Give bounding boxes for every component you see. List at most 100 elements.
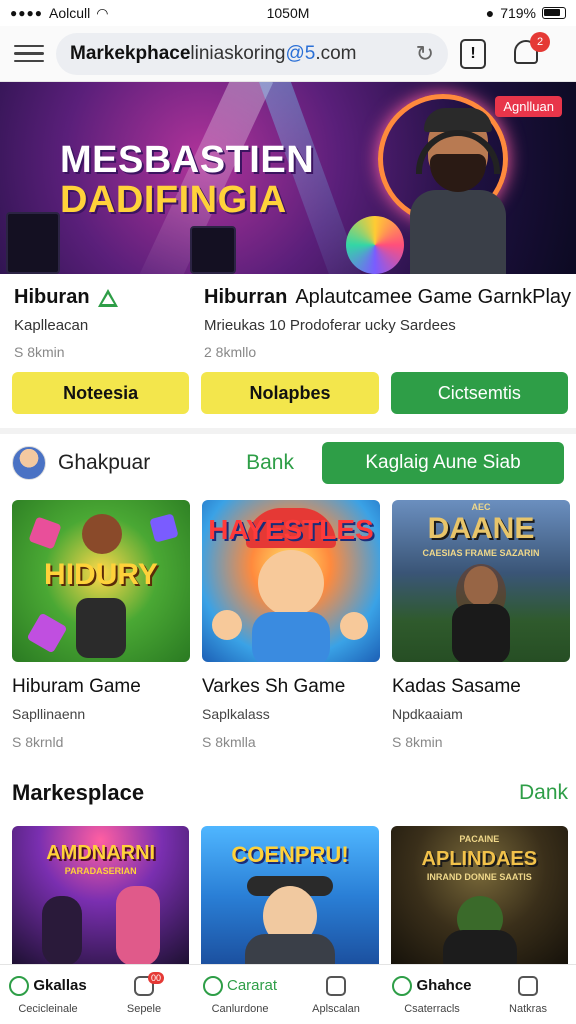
nolapbes-button[interactable]: Nolapbes (201, 372, 379, 414)
card-subtitle: Saplkalass (202, 706, 270, 722)
gamer-illustration (410, 108, 510, 274)
game-thumbnail[interactable]: HIDURY (12, 500, 190, 662)
address-bar[interactable]: Markekphace liniaskoring @5 .com ↻ (56, 32, 448, 75)
game-icon (392, 975, 413, 996)
info-subtitle: Kaplleacan (14, 317, 89, 334)
hero-title-line2: DADIFINGIA (60, 179, 287, 221)
nav-sublabel: Natkras (509, 1002, 547, 1015)
info-title: Hiburan (14, 286, 90, 308)
hero-title: MESBASTIEN DADIFINGIA (60, 140, 314, 220)
info-title-extra: Aplautcamee Game GarnkPlay (295, 286, 572, 308)
battery-icon (542, 7, 566, 19)
market-card[interactable]: PACAINE APLINDAES INRAND DONNE SAATIS (390, 826, 568, 966)
game-card[interactable]: HAYESTLES Varkes Sh Game Saplkalass S 8k… (202, 500, 380, 750)
status-time: 1050M (266, 5, 310, 21)
noteesia-button[interactable]: Noteesia (12, 372, 190, 414)
avatar[interactable] (12, 446, 46, 480)
nav-item-aplscalan[interactable]: Aplscalan (288, 965, 384, 1024)
hero-title-line1: MESBASTIEN (60, 139, 315, 181)
thumbnail-art-text: HAYESTLES (208, 514, 374, 545)
marketplace-header: Markesplace Dank (12, 780, 568, 806)
info-meta: S 8kmin (14, 344, 65, 360)
signal-icon: ●●●● (10, 6, 43, 20)
speaker-graphic (6, 212, 60, 274)
notification-badge: 2 (530, 31, 550, 52)
thumbnail-art-text: AMDNARNI (46, 842, 156, 864)
cictsemtis-button[interactable]: Cictsemtis (390, 372, 568, 414)
nav-label: Cararat (226, 977, 278, 994)
bank-link[interactable]: Bank (246, 451, 294, 475)
refresh-icon (202, 975, 223, 996)
url-tail: @5 (285, 42, 316, 64)
nav-badge: 00 (147, 971, 164, 984)
user-row: Ghakpuar Bank Kaglaig Aune Siab (0, 440, 576, 486)
thumbnail-art-small: CAESIAS FRAME SAZARIN (422, 548, 540, 558)
info-section: Hiburan Kaplleacan S 8kmin Hiburran Aplau… (0, 274, 576, 364)
user-name: Ghakpuar (58, 451, 151, 474)
nav-item-ghahce[interactable]: Ghahce Csaterracls (384, 965, 480, 1024)
featured-cards: HIDURY Hiburam Game Sapllinaenn S 8krnld… (12, 500, 570, 750)
menu-icon[interactable] (14, 44, 44, 63)
info-column-1[interactable]: Hiburan Kaplleacan S 8kmin (14, 286, 190, 360)
game-card[interactable]: HIDURY Hiburam Game Sapllinaenn S 8krnld (12, 500, 190, 750)
info-subtitle: Mrieukas 10 Prodoferar ucky Sardees (204, 317, 456, 334)
info-title: Hiburran (204, 286, 288, 308)
url-path: liniaskoring (190, 42, 286, 64)
card-meta: S 8krnld (12, 734, 64, 750)
card-meta: S 8kmin (392, 734, 443, 750)
market-card[interactable]: AMDNARNI PARADASERIAN (12, 826, 190, 966)
game-thumbnail[interactable]: HAYESTLES (202, 500, 380, 662)
thumbnail-art-small: INRAND DONNE SAATIS (426, 872, 532, 882)
speaker-graphic (190, 226, 236, 274)
hero-tag: Agnlluan (495, 96, 562, 117)
nav-sublabel: Canlurdone (211, 1002, 269, 1015)
card-title: Varkes Sh Game (202, 676, 346, 697)
card-title: Kadas Sasame (392, 676, 521, 697)
controller-icon (346, 216, 404, 274)
triangle-icon (97, 288, 118, 307)
chat-icon: 00 (134, 971, 164, 996)
hero-banner[interactable]: MESBASTIEN DADIFINGIA Agnlluan (0, 82, 576, 274)
thumbnail-art-text: HIDURY (44, 558, 158, 591)
url-domain: .com (315, 42, 357, 64)
nav-item-natkras[interactable]: Natkras (480, 965, 576, 1024)
divider (0, 428, 576, 434)
primary-action-button[interactable]: Kaglaig Aune Siab (322, 442, 564, 484)
nav-item-gkallas[interactable]: Gkallas Cecicleinale (0, 965, 96, 1024)
thumbnail-art-text: DAANE (427, 512, 535, 545)
nav-label: Gkallas (33, 977, 87, 994)
thumbnail-art-text: COENPRU! (231, 842, 349, 867)
nav-sublabel: Cecicleinale (18, 1002, 78, 1015)
game-card[interactable]: AEC DAANE CAESIAS FRAME SAZARIN Kadas Sa… (392, 500, 570, 750)
battery-percent: 719% (500, 5, 536, 21)
alarm-icon: ● (485, 5, 495, 21)
card-subtitle: Sapllinaenn (12, 706, 86, 722)
nav-item-cararat[interactable]: Cararat Canlurdone (192, 965, 288, 1024)
reload-icon[interactable]: ↻ (416, 41, 434, 67)
bottom-navigation: Gkallas Cecicleinale 00 Sepele Cararat C… (0, 964, 576, 1024)
card-title: Hiburam Game (12, 676, 141, 697)
section-title: Markesplace (12, 780, 145, 805)
nav-item-sepele[interactable]: 00 Sepele (96, 965, 192, 1024)
game-icon (9, 975, 30, 996)
card-subtitle: Npdkaaiam (392, 706, 463, 722)
store-icon (518, 975, 538, 996)
url-host: Markekphace (70, 42, 191, 64)
wifi-icon: ◠ (96, 4, 109, 21)
thumbnail-art-small: PACAINE (459, 834, 500, 844)
notifications-button[interactable]: 2 (514, 31, 550, 68)
marketplace-cards: AMDNARNI PARADASERIAN COENPRU! PACAINE A… (12, 826, 568, 966)
store-icon (326, 975, 346, 996)
carrier-label: Aolcull (49, 5, 91, 21)
info-column-2[interactable]: Hiburran Aplautcamee Game GarnkPlay Mrieu… (204, 286, 574, 360)
market-card[interactable]: COENPRU! (201, 826, 379, 966)
game-thumbnail[interactable]: AEC DAANE CAESIAS FRAME SAZARIN (392, 500, 570, 662)
nav-label: Ghahce (416, 977, 472, 994)
thumbnail-art-text: APLINDAES (421, 848, 538, 870)
action-button-row: Noteesia Nolapbes Cictsemtis (12, 372, 568, 414)
nav-sublabel: Sepele (126, 1002, 162, 1015)
section-link[interactable]: Dank (519, 781, 568, 805)
info-meta: 2 8kmllo (204, 344, 257, 360)
nav-sublabel: Csaterracls (404, 1002, 460, 1015)
tabs-icon[interactable]: ! (460, 38, 486, 69)
